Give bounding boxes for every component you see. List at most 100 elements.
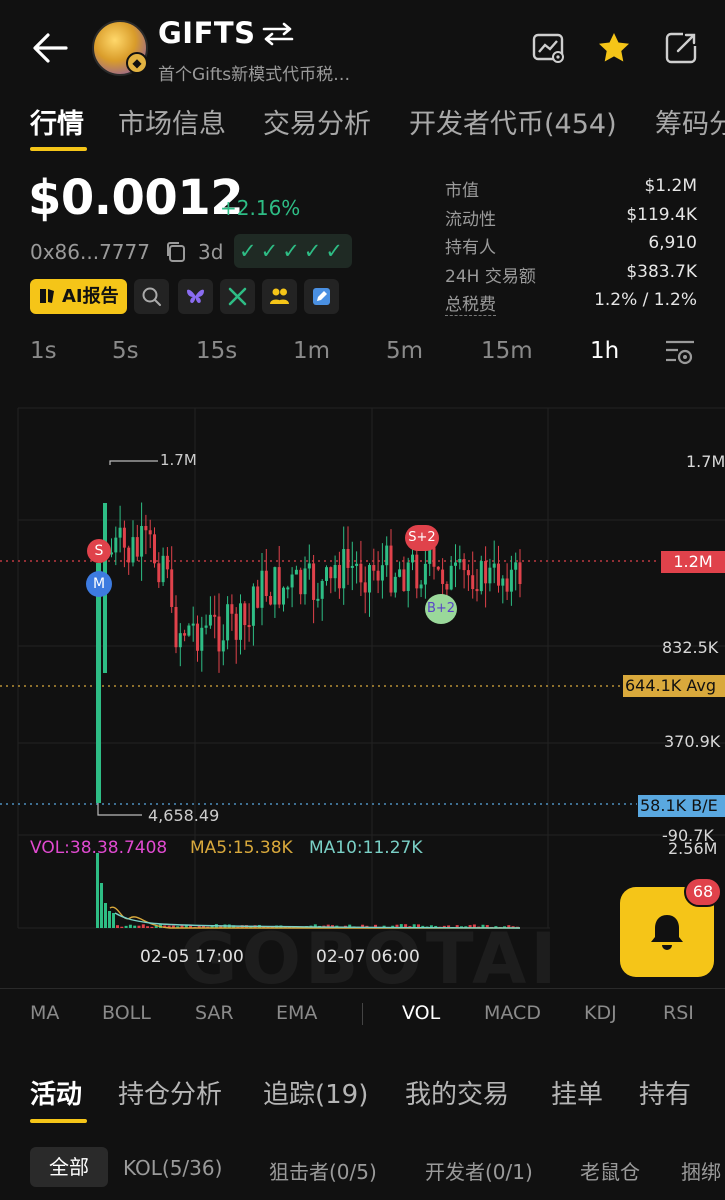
tab-activity[interactable]: 活动 — [30, 1074, 82, 1111]
volume-bar — [128, 924, 132, 928]
indicator-boll[interactable]: BOLL — [102, 1002, 151, 1024]
volume-bar — [137, 925, 141, 928]
candle — [256, 586, 260, 608]
filter-kol[interactable]: KOL(5/36) — [123, 1156, 222, 1180]
candle — [355, 563, 359, 566]
candle — [518, 562, 522, 585]
swap-icon[interactable] — [262, 22, 294, 46]
buy-plus-marker[interactable]: B+2 — [425, 594, 457, 624]
candle — [127, 547, 131, 563]
indicator-rsi[interactable]: RSI — [663, 1002, 694, 1024]
back-arrow-icon[interactable] — [30, 30, 70, 66]
price-chart[interactable]: GOBOTAI 1.7M 832.5K 370.9K -90.7K 2.56M … — [0, 383, 725, 1000]
filter-developer[interactable]: 开发者(0/1) — [425, 1156, 533, 1185]
chart-canvas[interactable] — [0, 383, 725, 980]
candle — [337, 564, 341, 589]
ai-report-label: AI报告 — [62, 286, 119, 307]
candle — [303, 568, 307, 595]
indicator-macd[interactable]: MACD — [484, 1002, 541, 1024]
candle — [294, 569, 298, 575]
search-button[interactable] — [134, 279, 169, 314]
candle — [359, 563, 363, 583]
tab-dev-tokens[interactable]: 开发者代币(454) — [409, 102, 617, 141]
candle — [350, 565, 354, 568]
bluesky-button[interactable] — [178, 279, 213, 314]
copy-icon[interactable] — [164, 240, 188, 264]
candle — [329, 567, 333, 579]
tab-holding-analysis[interactable]: 持仓分析 — [118, 1074, 222, 1111]
candle — [247, 625, 251, 628]
candle — [307, 563, 311, 569]
tab-holdings[interactable]: 持有 — [639, 1074, 691, 1111]
telegram-button[interactable] — [304, 279, 339, 314]
security-checks[interactable]: ✓✓✓✓✓ — [234, 234, 352, 268]
candle — [251, 586, 255, 626]
candle — [492, 563, 496, 568]
high-annotation: 1.7M — [160, 451, 197, 469]
filter-bundles[interactable]: 捆绑 — [681, 1156, 721, 1185]
candle — [269, 596, 273, 605]
tab-trade-analysis[interactable]: 交易分析 — [263, 102, 371, 141]
candle — [363, 582, 367, 593]
tab-my-trades[interactable]: 我的交易 — [405, 1074, 509, 1111]
tab-market-info[interactable]: 市场信息 — [118, 102, 226, 141]
candle — [454, 562, 457, 566]
candle — [436, 566, 440, 570]
break-even-tag: 58.1K B/E — [638, 795, 725, 817]
indicator-vol[interactable]: VOL — [402, 1002, 440, 1024]
star-icon[interactable] — [596, 30, 632, 66]
candle — [393, 576, 397, 593]
candle — [479, 561, 483, 592]
filter-snipers[interactable]: 狙击者(0/5) — [269, 1156, 377, 1185]
filter-insiders[interactable]: 老鼠仓 — [580, 1156, 640, 1185]
mint-marker[interactable]: M — [86, 571, 112, 597]
interval-1m[interactable]: 1m — [293, 338, 330, 364]
interval-1h[interactable]: 1h — [590, 338, 619, 364]
indicator-sar[interactable]: SAR — [195, 1002, 234, 1024]
indicator-kdj[interactable]: KDJ — [584, 1002, 617, 1024]
tab-orders[interactable]: 挂单 — [551, 1074, 603, 1111]
chart-watch-icon[interactable] — [531, 30, 567, 66]
x-axis-label-2: 02-07 06:00 — [316, 947, 420, 967]
candle — [432, 547, 436, 567]
candle — [239, 603, 242, 640]
filter-all[interactable]: 全部 — [30, 1147, 108, 1187]
candle — [505, 578, 509, 592]
tab-chip-distribution[interactable]: 筹码分 — [655, 102, 725, 141]
candle — [135, 537, 139, 557]
indicator-ma[interactable]: MA — [30, 1002, 59, 1024]
volume-bar — [124, 925, 128, 928]
candle — [213, 614, 217, 617]
sell-plus-marker[interactable]: S+2 — [405, 525, 439, 551]
contract-address[interactable]: 0x86...7777 — [30, 240, 150, 264]
candle — [462, 559, 466, 571]
ai-report-button[interactable]: AI报告 — [30, 279, 127, 314]
candle — [411, 554, 414, 563]
share-icon[interactable] — [663, 30, 699, 66]
interval-5m[interactable]: 5m — [386, 338, 423, 364]
candle — [445, 583, 449, 590]
indicator-ema[interactable]: EMA — [276, 1002, 317, 1024]
candle — [114, 537, 118, 553]
current-price-tag: 1.2M — [661, 551, 725, 573]
interval-1s[interactable]: 1s — [30, 338, 57, 364]
candle — [204, 625, 208, 628]
community-button[interactable] — [262, 279, 297, 314]
stat-tax[interactable]: 总税费 1.2% / 1.2% — [445, 290, 697, 319]
chart-settings-icon[interactable] — [664, 336, 696, 368]
interval-15m[interactable]: 15m — [481, 338, 533, 364]
candle — [178, 633, 182, 648]
interval-15s[interactable]: 15s — [196, 338, 237, 364]
interval-5s[interactable]: 5s — [112, 338, 139, 364]
candle — [277, 567, 281, 605]
tab-market[interactable]: 行情 — [30, 102, 84, 141]
candle — [312, 563, 316, 600]
x-twitter-button[interactable] — [220, 279, 255, 314]
candle — [191, 623, 195, 626]
tab-tracking[interactable]: 追踪(19) — [263, 1074, 368, 1111]
ma5-value: MA5:15.38K — [190, 838, 293, 858]
candle — [157, 563, 161, 583]
sell-marker[interactable]: S — [87, 539, 111, 563]
token-description: 首个Gifts新模式代币税… — [158, 65, 351, 85]
indicator-divider — [362, 1003, 363, 1025]
